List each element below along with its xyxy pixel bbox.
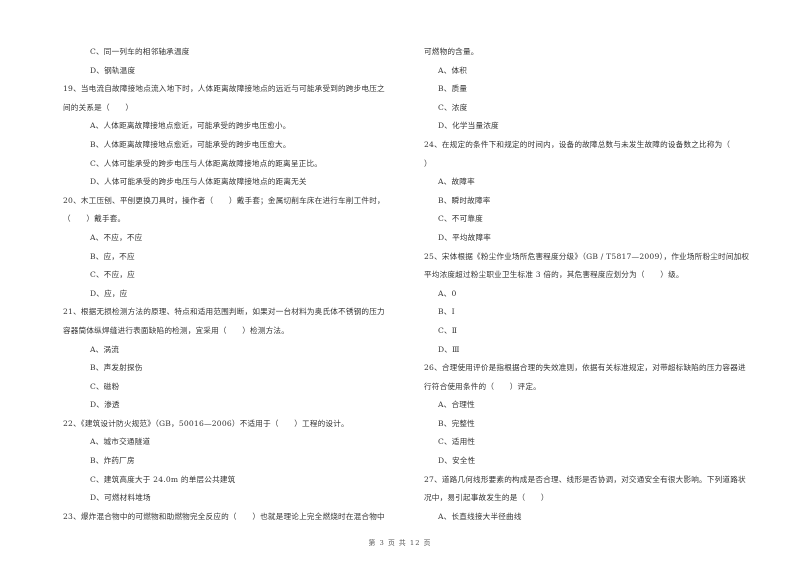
answer-option: C、不应，应 (90, 270, 135, 280)
answer-option: A、长直线接大半径曲线 (438, 511, 522, 521)
left-column: C、同一列车的相邻轴承温度 D、钢轨温度 19、当电流自故障接地点流入地下时，人体距… (63, 43, 413, 526)
question-text: 24、在规定的条件下和规定的时间内，设备的故障总数与未发生故障的设备数之比称为（ (424, 139, 731, 149)
answer-option: C、不可靠度 (438, 214, 483, 224)
answer-option: A、体积 (438, 65, 468, 75)
answer-option: D、应，应 (90, 288, 128, 298)
answer-option: C、浓度 (438, 102, 468, 112)
answer-option: A、0 (438, 288, 457, 298)
answer-option: B、质量 (438, 84, 468, 94)
answer-option: B、Ⅰ (438, 307, 455, 317)
question-text: ） (424, 158, 432, 168)
question-text: 23、爆炸混合物中的可燃物和助燃物完全反应的（ ）也就是理论上完全燃烧时在混合物… (63, 511, 385, 521)
page-footer: 第 3 页 共 12 页 (368, 539, 432, 547)
answer-option: B、声发射探伤 (90, 363, 143, 373)
answer-option: D、安全性 (438, 456, 476, 466)
document-page: C、同一列车的相邻轴承温度 D、钢轨温度 19、当电流自故障接地点流入地下时，人体距… (0, 0, 800, 565)
answer-option: D、钢轨温度 (90, 65, 136, 75)
question-text: 行符合使用条件的（ ）评定。 (424, 381, 541, 391)
answer-option: B、炸药厂房 (90, 456, 135, 466)
answer-option: A、涡流 (90, 344, 120, 354)
question-text: 19、当电流自故障接地点流入地下时，人体距离故障接地点的远近与可能承受到的跨步电… (63, 84, 385, 94)
answer-option: D、Ⅲ (438, 344, 460, 354)
answer-option: D、人体可能承受的跨步电压与人体距离故障接地点的距离无关 (90, 177, 307, 187)
answer-option: C、适用性 (438, 437, 476, 447)
answer-option: A、合理性 (438, 400, 475, 410)
answer-option: C、建筑高度大于 24.0m 的单层公共建筑 (90, 474, 236, 484)
answer-option: C、Ⅱ (438, 325, 458, 335)
answer-option: A、人体距离故障接地点愈近，可能承受的跨步电压愈小。 (90, 121, 291, 131)
question-text: 平均浓度超过粉尘职业卫生标准 3 倍的，其危害程度应划分为（ ）级。 (424, 270, 684, 280)
question-text: 况中，易引起事故发生的是（ ） (424, 493, 549, 503)
question-text: 22、《建筑设计防火规范》（GB，50016—2006）不适用于（ ）工程的设计… (63, 418, 349, 428)
question-text: 间的关系是（ ） (63, 102, 134, 112)
answer-option: D、可燃材料堆场 (90, 493, 151, 503)
answer-option: B、人体距离故障接地点愈近，可能承受的跨步电压愈大。 (90, 139, 291, 149)
answer-option: D、化学当量浓度 (438, 121, 499, 131)
answer-option: D、平均故障率 (438, 232, 492, 242)
right-column: 可燃物的含量。 A、体积 B、质量 C、浓度 D、化学当量浓度 24、在规定的条件下和规定… (424, 43, 774, 526)
question-text: 27、道路几何线形要素的构成是否合理、线形是否协调，对交通安全有很大影响。下列道… (424, 474, 746, 484)
answer-option: C、同一列车的相邻轴承温度 (90, 47, 190, 56)
answer-option: C、人体可能承受的跨步电压与人体距离故障接地点的距离呈正比。 (90, 158, 323, 168)
question-text: 可燃物的含量。 (424, 47, 479, 56)
question-text: （ ）戴手套。 (63, 214, 126, 224)
answer-option: A、不应，不应 (90, 232, 143, 242)
question-text: 20、木工压刨、平刨更换刀具时，操作者（ ）戴手套；金属切削车床在进行车削工件时… (63, 195, 385, 205)
answer-option: B、完整性 (438, 418, 475, 428)
answer-option: C、磁粉 (90, 381, 120, 391)
question-text: 26、合理使用评价是指根据合理的失效准则，依据有关标准规定，对带超标缺陷的压力容… (424, 363, 746, 373)
answer-option: D、渗透 (90, 400, 120, 410)
answer-option: A、故障率 (438, 177, 475, 187)
answer-option: A、城市交通隧道 (90, 437, 151, 447)
question-text: 21、根据无损检测方法的原理、特点和适用范围判断，如果对一台材料为奥氏体不锈钢的… (63, 307, 385, 317)
answer-option: B、应，不应 (90, 251, 135, 261)
question-text: 容器筒体纵焊缝进行表面缺陷的检测，宜采用（ ）检测方法。 (63, 325, 290, 335)
answer-option: B、瞬时故障率 (438, 195, 491, 205)
question-text: 25、宋体根据《粉尘作业场所危害程度分级》（GB / T5817—2009），作… (424, 251, 750, 261)
